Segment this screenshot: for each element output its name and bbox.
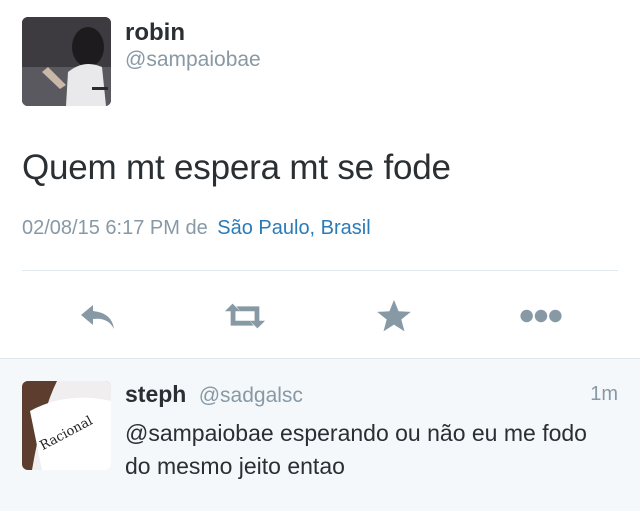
more-button[interactable] (519, 294, 563, 338)
author-avatar-image (22, 17, 111, 106)
retweet-icon (224, 303, 266, 329)
author-avatar[interactable] (22, 17, 111, 106)
retweet-button[interactable] (223, 294, 267, 338)
divider (22, 270, 618, 271)
star-icon (377, 300, 411, 332)
tweet-text: Quem mt espera mt se fode (22, 148, 451, 187)
reply-text: @sampaiobae esperando ou não eu me fodo … (125, 420, 587, 479)
more-icon (520, 309, 562, 323)
reply-icon (81, 305, 114, 329)
reply-author-handle[interactable]: @sadgalsc (199, 384, 303, 407)
tweet-location-link[interactable]: São Paulo, Brasil (217, 217, 370, 239)
reply-author-name[interactable]: steph (125, 381, 186, 407)
reply-time: 1m (590, 383, 618, 405)
reply-button[interactable] (76, 294, 120, 338)
reply-avatar-image: Racional (22, 381, 111, 470)
reply-author[interactable]: steph @sadgalsc (125, 381, 303, 408)
author-handle[interactable]: @sampaiobae (125, 48, 261, 72)
location-prefix: de (185, 217, 208, 239)
tweet-meta: 02/08/15 6:17 PM de São Paulo, Brasil (22, 217, 371, 240)
tweet-timestamp: 02/08/15 6:17 PM (22, 217, 180, 239)
author-name[interactable]: robin (125, 19, 185, 47)
favorite-button[interactable] (372, 294, 416, 338)
reply-tweet[interactable]: Racional steph @sadgalsc 1m @sampaiobae … (0, 358, 640, 511)
reply-author-avatar[interactable]: Racional (22, 381, 111, 470)
